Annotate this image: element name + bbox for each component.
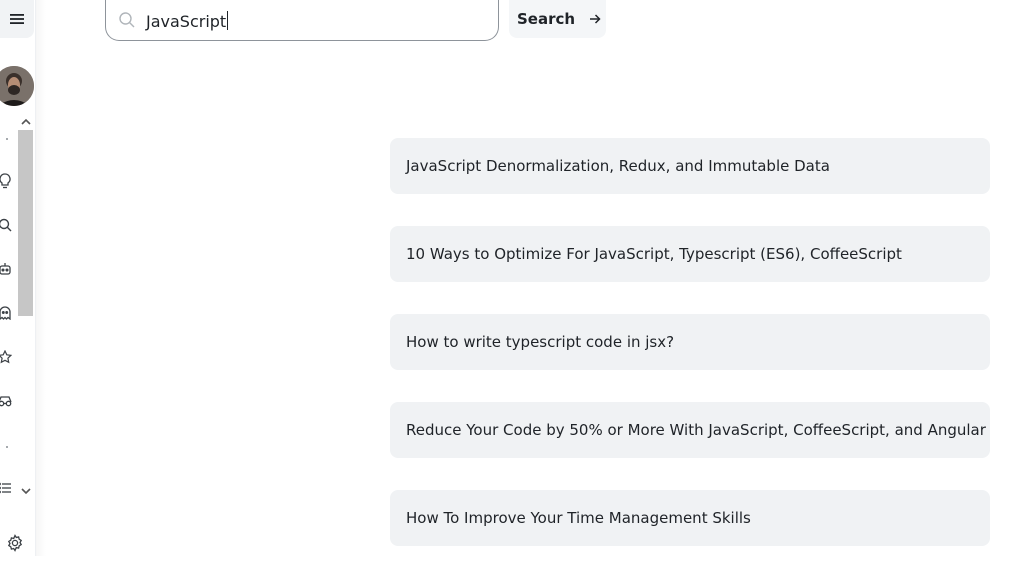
scroll-down-arrow-icon[interactable]: [17, 484, 34, 498]
separator-dot: [6, 446, 8, 448]
hamburger-icon: [10, 13, 24, 25]
search-icon: [118, 11, 136, 29]
search-input-value: JavaScript: [146, 11, 228, 32]
result-item[interactable]: JavaScript Denormalization, Redux, and I…: [390, 138, 990, 194]
lightbulb-icon[interactable]: [0, 173, 13, 189]
search-input[interactable]: JavaScript: [105, 0, 499, 41]
result-title: 10 Ways to Optimize For JavaScript, Type…: [406, 245, 902, 263]
search-icon[interactable]: [0, 217, 13, 233]
star-icon[interactable]: [0, 349, 13, 365]
result-item[interactable]: How To Improve Your Time Management Skil…: [390, 490, 990, 546]
gear-icon[interactable]: [6, 534, 24, 552]
result-item[interactable]: 10 Ways to Optimize For JavaScript, Type…: [390, 226, 990, 282]
scrollbar-thumb[interactable]: [18, 130, 33, 316]
glasses-icon[interactable]: [0, 393, 13, 409]
menu-toggle-button[interactable]: [0, 0, 34, 38]
list-icon[interactable]: [0, 480, 13, 496]
search-button[interactable]: Search: [509, 0, 606, 38]
result-title: How to write typescript code in jsx?: [406, 333, 674, 351]
result-title: How To Improve Your Time Management Skil…: [406, 509, 751, 527]
result-title: JavaScript Denormalization, Redux, and I…: [406, 157, 830, 175]
results-list: JavaScript Denormalization, Redux, and I…: [390, 138, 990, 578]
avatar[interactable]: [0, 66, 34, 106]
scroll-up-arrow-icon[interactable]: [17, 114, 34, 128]
search-button-label: Search: [517, 10, 575, 28]
sidebar-scrollbar[interactable]: [17, 114, 34, 498]
result-title: Reduce Your Code by 50% or More With Jav…: [406, 421, 986, 439]
sidebar: [0, 0, 36, 556]
robot-icon[interactable]: [0, 261, 13, 277]
result-item[interactable]: How to write typescript code in jsx?: [390, 314, 990, 370]
ghost-icon[interactable]: [0, 305, 13, 321]
sidebar-shadow: [36, 0, 46, 556]
text-caret: [227, 11, 228, 30]
arrow-right-icon: [589, 10, 601, 29]
result-item[interactable]: Reduce Your Code by 50% or More With Jav…: [390, 402, 990, 458]
separator-dot: [6, 138, 8, 140]
